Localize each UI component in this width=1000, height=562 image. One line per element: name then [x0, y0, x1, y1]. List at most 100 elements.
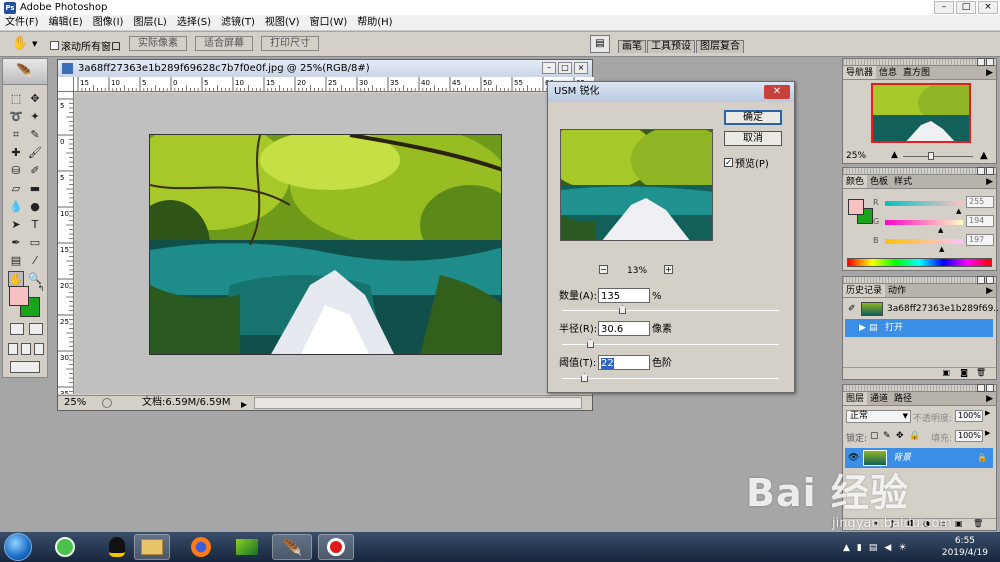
red-value[interactable]: 255 [966, 196, 994, 208]
history-palette-grip[interactable] [843, 276, 996, 284]
preview-zoom-out-button[interactable]: − [599, 265, 608, 274]
palette-well-icon[interactable]: ▤ [590, 35, 610, 53]
color-menu-icon[interactable]: ▶ [983, 175, 996, 188]
type-tool-icon[interactable]: T [27, 217, 43, 233]
radius-slider-thumb[interactable] [587, 339, 594, 348]
color-minimize-button[interactable] [977, 167, 985, 175]
hand-tool-icon[interactable]: ✋ [12, 36, 28, 51]
layer-style-icon[interactable]: ƒ [891, 519, 894, 528]
red-slider-thumb[interactable]: ▲ [956, 207, 961, 215]
layers-close-button[interactable] [986, 384, 994, 392]
color-fg-swatch[interactable] [848, 199, 864, 215]
menu-select[interactable]: 选择(S) [172, 15, 216, 30]
tab-paths[interactable]: 路径 [891, 392, 915, 405]
actual-pixels-button[interactable]: 实际像素 [129, 36, 187, 51]
taskbar-recorder-icon[interactable] [318, 534, 354, 560]
color-spectrum-bar[interactable] [847, 258, 992, 267]
layers-minimize-button[interactable] [977, 384, 985, 392]
tab-history[interactable]: 历史记录 [843, 284, 886, 297]
layers-menu-icon[interactable]: ▶ [983, 392, 996, 405]
close-button[interactable]: × [978, 1, 998, 14]
dodge-tool-icon[interactable]: ● [27, 199, 43, 215]
layer-row-background[interactable]: 👁 背景 🔒 [845, 448, 993, 468]
cancel-button[interactable]: 取消 [724, 131, 782, 146]
taskbar-app-360-icon[interactable] [48, 534, 82, 560]
crop-tool-icon[interactable]: ⌗ [8, 127, 24, 143]
layer-visibility-eye-icon[interactable]: 👁 [848, 448, 859, 468]
history-brush-tool-icon[interactable]: ✐ [27, 163, 43, 179]
tray-volume-icon[interactable]: ◀ [884, 543, 891, 553]
screen-mode-full-menu-icon[interactable] [21, 343, 31, 355]
usm-close-button[interactable]: ✕ [764, 85, 790, 99]
history-state-row[interactable]: ▶ ▤ 打开 [845, 319, 993, 337]
navigator-close-button[interactable] [986, 58, 994, 66]
horizontal-ruler[interactable]: 1510505101520253035404550556065 [74, 77, 594, 92]
amount-slider[interactable] [562, 305, 779, 314]
fit-screen-button[interactable]: 适合屏幕 [195, 36, 253, 51]
tab-actions[interactable]: 动作 [885, 284, 909, 297]
green-value[interactable]: 194 [966, 215, 994, 227]
document-size-info[interactable]: 文档:6.59M/6.59M [142, 396, 231, 410]
tab-navigator[interactable]: 导航器 [843, 66, 877, 79]
preview-checkbox[interactable]: ✓ 预览(P) [724, 155, 769, 170]
taskbar-media-icon[interactable] [230, 534, 264, 560]
palette-well-tab-brushes[interactable]: 画笔 [618, 40, 646, 53]
document-image[interactable] [149, 134, 502, 355]
menu-file[interactable]: 文件(F) [0, 15, 44, 30]
taskbar-photoshop-icon[interactable]: 🪶 [272, 534, 312, 560]
tab-channels[interactable]: 通道 [867, 392, 891, 405]
standard-mode-icon[interactable] [10, 323, 24, 335]
menu-image[interactable]: 图像(I) [88, 15, 129, 30]
start-button[interactable] [4, 533, 32, 561]
navigator-minimize-button[interactable] [977, 58, 985, 66]
document-minimize-button[interactable]: – [542, 62, 556, 74]
vertical-ruler[interactable]: 5 0 5 10 15 20 25 30 35 [58, 77, 74, 394]
radius-input[interactable]: 30.6 [598, 321, 650, 336]
palette-well-tab-tool-presets[interactable]: 工具预设 [647, 40, 695, 53]
preview-check-icon[interactable]: ✓ [724, 158, 733, 167]
healing-brush-tool-icon[interactable]: ✚ [8, 145, 24, 161]
delete-layer-icon[interactable]: 🗑 [973, 519, 983, 528]
navigator-zoom-thumb[interactable] [928, 152, 934, 160]
quick-mask-mode-icon[interactable] [29, 323, 43, 335]
minimize-button[interactable]: – [934, 1, 954, 14]
print-size-button[interactable]: 打印尺寸 [261, 36, 319, 51]
amount-input[interactable]: 135 [598, 288, 650, 303]
color-close-button[interactable] [986, 167, 994, 175]
threshold-slider[interactable] [562, 373, 779, 382]
notes-tool-icon[interactable]: ▤ [8, 253, 24, 269]
lock-image-icon[interactable]: ✎ [883, 431, 891, 441]
blue-value[interactable]: 197 [966, 234, 994, 246]
gradient-tool-icon[interactable]: ▬ [27, 181, 43, 197]
threshold-slider-thumb[interactable] [581, 373, 588, 382]
lock-all-icon[interactable]: 🔒 [909, 431, 920, 441]
ok-button[interactable]: 确定 [724, 110, 782, 125]
lasso-tool-icon[interactable]: ➰ [8, 109, 24, 125]
navigator-view-box[interactable] [871, 83, 971, 143]
fill-input[interactable]: 100% [955, 430, 983, 442]
navigator-zoom-in-icon[interactable]: ▲ [980, 150, 988, 161]
adobe-feather-icon[interactable]: 🪶 [3, 59, 47, 85]
opacity-input[interactable]: 100% [955, 410, 983, 422]
tab-histogram[interactable]: 直方图 [900, 66, 933, 79]
history-source-brush-icon[interactable]: ✐ [848, 300, 856, 318]
zoom-in-icon[interactable]: + [664, 265, 673, 274]
tab-info[interactable]: 信息 [876, 66, 900, 79]
radius-slider[interactable] [562, 339, 779, 348]
lock-position-icon[interactable]: ✥ [896, 431, 904, 441]
usm-preview-pane[interactable] [560, 129, 713, 241]
hand-tool-active-icon[interactable]: ✋ [8, 271, 24, 287]
new-document-from-state-icon[interactable]: ▣ [942, 368, 950, 377]
eraser-tool-icon[interactable]: ▱ [8, 181, 24, 197]
taskbar-explorer-icon[interactable] [134, 534, 170, 560]
eyedropper-tool-icon[interactable]: ⁄ [27, 253, 43, 269]
blue-slider-thumb[interactable]: ▲ [939, 245, 944, 253]
clone-stamp-tool-icon[interactable]: ⛁ [8, 163, 24, 179]
menu-window[interactable]: 窗口(W) [305, 15, 353, 30]
menu-filter[interactable]: 滤镜(T) [216, 15, 260, 30]
menu-layer[interactable]: 图层(L) [128, 15, 171, 30]
blur-tool-icon[interactable]: 💧 [8, 199, 24, 215]
link-layers-icon[interactable]: ⚭ [873, 519, 880, 528]
history-minimize-button[interactable] [977, 276, 985, 284]
checkbox-box[interactable] [50, 41, 59, 50]
